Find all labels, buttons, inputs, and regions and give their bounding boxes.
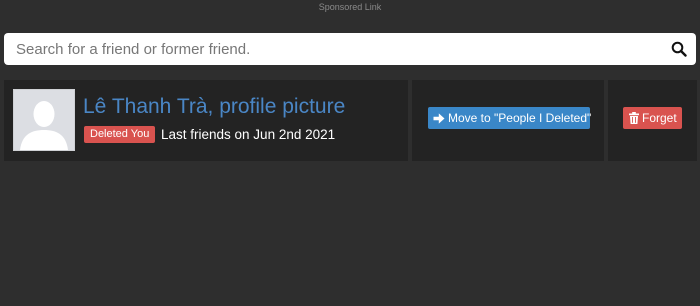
friend-name-link[interactable]: Lê Thanh Trà, profile picture bbox=[83, 95, 345, 119]
friend-card: Lê Thanh Trà, profile picture Deleted Yo… bbox=[4, 80, 408, 161]
default-avatar-icon[interactable] bbox=[13, 89, 75, 151]
forget-button-label: Forget bbox=[642, 111, 677, 125]
sponsored-link-label[interactable]: Sponsored Link bbox=[0, 2, 700, 12]
move-to-people-i-deleted-button[interactable]: Move to "People I Deleted" bbox=[428, 107, 592, 129]
search-bar bbox=[4, 33, 696, 65]
search-icon[interactable] bbox=[671, 41, 687, 57]
trash-icon bbox=[629, 112, 639, 124]
move-action-card: Move to "People I Deleted" bbox=[412, 80, 604, 161]
forget-button[interactable]: Forget bbox=[623, 107, 682, 129]
status-badge: Deleted You bbox=[84, 126, 156, 143]
move-button-label: Move to "People I Deleted" bbox=[448, 111, 592, 125]
last-friends-date: Last friends on Jun 2nd 2021 bbox=[161, 127, 336, 142]
arrow-right-icon bbox=[433, 112, 445, 124]
search-input[interactable] bbox=[4, 33, 664, 65]
forget-action-card: Forget bbox=[608, 80, 697, 161]
